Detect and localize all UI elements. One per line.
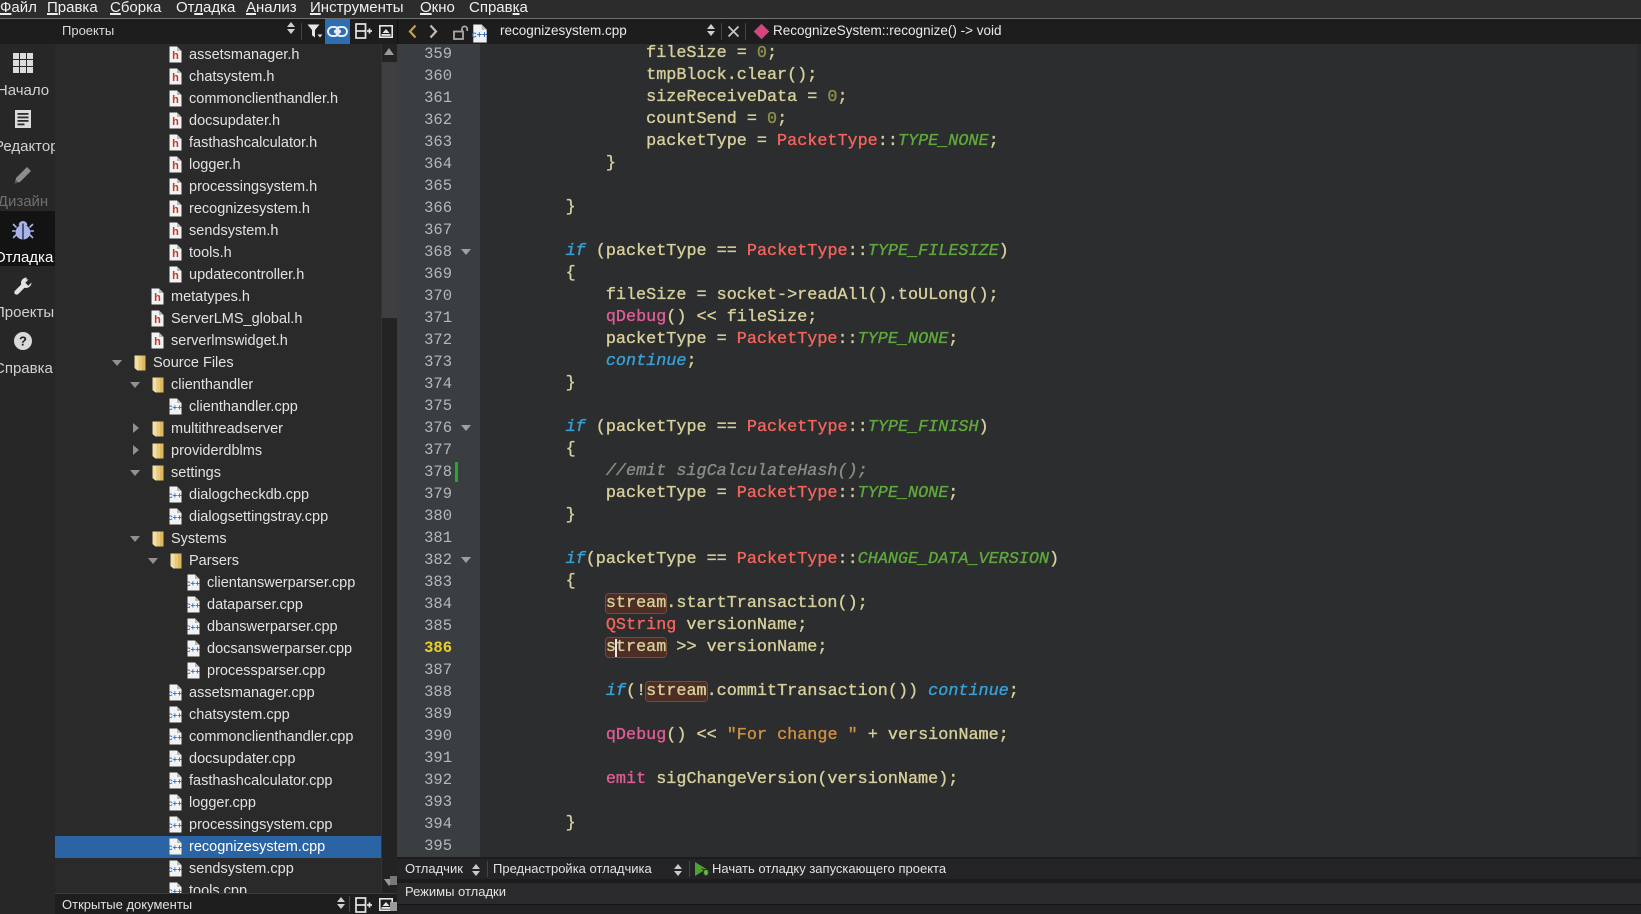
svg-text:c++: c++ bbox=[472, 29, 487, 39]
svg-text:c++: c++ bbox=[169, 733, 182, 742]
svg-text:h: h bbox=[172, 226, 179, 238]
svg-text:c++: c++ bbox=[187, 579, 200, 588]
svg-text:c++: c++ bbox=[187, 601, 200, 610]
svg-text:h: h bbox=[154, 292, 161, 304]
svg-text:c++: c++ bbox=[169, 843, 182, 852]
svg-text:h: h bbox=[172, 94, 179, 106]
svg-text:c++: c++ bbox=[169, 513, 182, 522]
svg-text:h: h bbox=[172, 138, 179, 150]
svg-text:c++: c++ bbox=[169, 777, 182, 786]
svg-text:h: h bbox=[172, 182, 179, 194]
svg-text:c++: c++ bbox=[169, 821, 182, 830]
svg-text:c++: c++ bbox=[169, 689, 182, 698]
svg-text:c++: c++ bbox=[169, 491, 182, 500]
svg-text:c++: c++ bbox=[187, 645, 200, 654]
svg-text:h: h bbox=[172, 248, 179, 260]
svg-text:h: h bbox=[172, 50, 179, 62]
svg-text:h: h bbox=[172, 72, 179, 84]
svg-text:c++: c++ bbox=[169, 799, 182, 808]
svg-text:c++: c++ bbox=[169, 711, 182, 720]
svg-text:h: h bbox=[172, 160, 179, 172]
svg-text:c++: c++ bbox=[187, 667, 200, 676]
svg-text:c++: c++ bbox=[169, 865, 182, 874]
svg-text:?: ? bbox=[19, 334, 27, 349]
svg-text:h: h bbox=[154, 336, 161, 348]
svg-text:c++: c++ bbox=[169, 403, 182, 412]
svg-text:c++: c++ bbox=[187, 623, 200, 632]
svg-text:h: h bbox=[154, 314, 161, 326]
svg-text:h: h bbox=[172, 116, 179, 128]
svg-text:h: h bbox=[172, 204, 179, 216]
svg-text:c++: c++ bbox=[169, 755, 182, 764]
svg-text:h: h bbox=[172, 270, 179, 282]
